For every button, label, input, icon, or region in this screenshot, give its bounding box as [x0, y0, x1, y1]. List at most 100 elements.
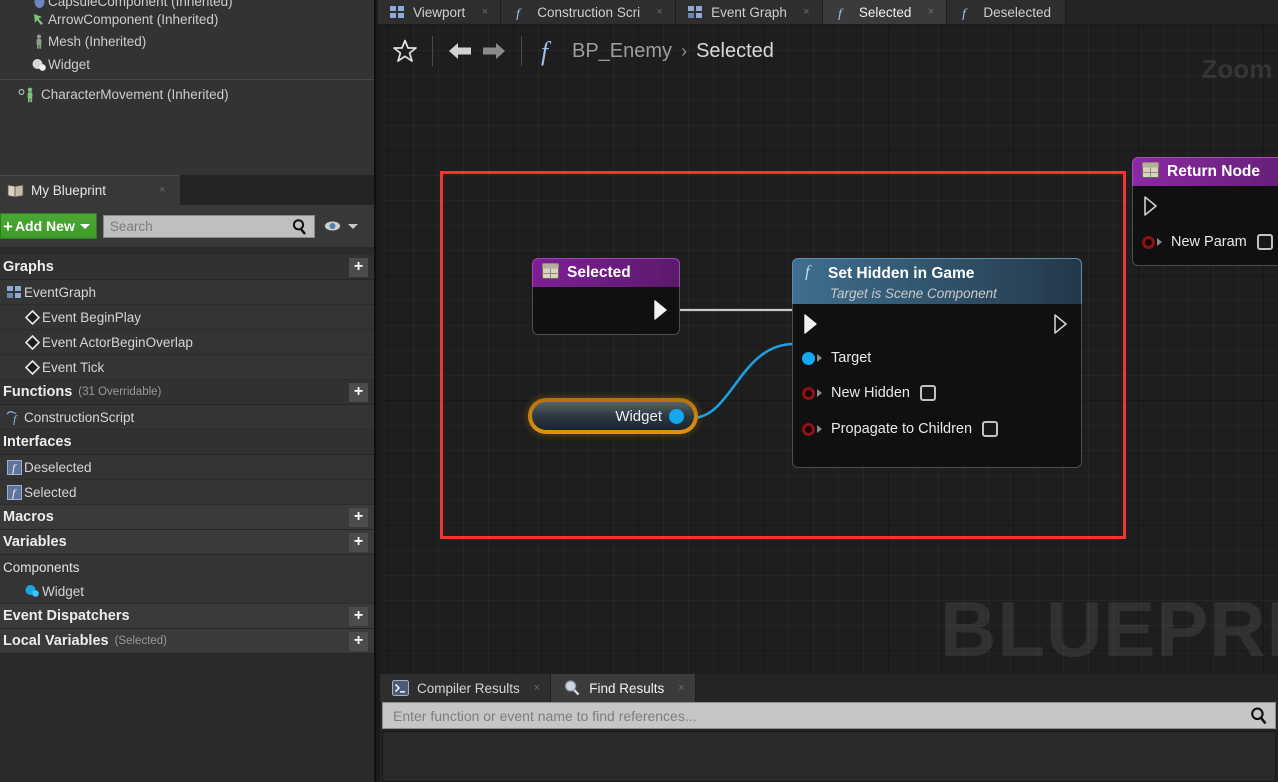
find-results-list[interactable] [382, 731, 1276, 782]
subsection-components[interactable]: Components [0, 555, 374, 579]
pin-new-hidden[interactable]: New Hidden [802, 382, 936, 404]
list-item-label: EventGraph [24, 284, 97, 300]
tree-item-widget[interactable]: Widget [0, 53, 374, 76]
tab-my-blueprint[interactable]: My Blueprint × [0, 175, 180, 205]
close-icon[interactable]: × [157, 185, 168, 196]
function-icon: f [4, 409, 24, 425]
back-button[interactable] [443, 34, 477, 68]
list-item-label: Event ActorBeginOverlap [42, 334, 193, 350]
list-item-variable-widget[interactable]: Widget [0, 579, 374, 604]
tab-find-results[interactable]: Find Results × [551, 674, 696, 702]
propagate-to-children-checkbox[interactable] [982, 421, 999, 437]
tree-item-mesh[interactable]: Mesh (Inherited) [0, 30, 374, 53]
search-input[interactable] [109, 218, 290, 234]
new-hidden-checkbox[interactable] [920, 385, 936, 401]
search-box[interactable] [102, 214, 315, 241]
list-item-constructionscript[interactable]: f ConstructionScript [0, 405, 374, 430]
list-item-selected[interactable]: f Selected [0, 480, 374, 505]
visibility-toggle-button[interactable] [323, 219, 358, 233]
node-set-hidden-in-game[interactable]: f Set Hidden in Game Target is Scene Com… [792, 258, 1082, 468]
tab-viewport[interactable]: Viewport × [378, 0, 502, 24]
tab-deselected[interactable]: f Deselected [947, 0, 1066, 24]
breadcrumb: BP_Enemy › Selected [572, 40, 774, 63]
pin-target[interactable]: Target [802, 347, 871, 369]
close-icon[interactable]: × [654, 6, 665, 18]
add-graph-button[interactable]: + [349, 258, 368, 277]
pin-new-param[interactable]: New Param [1142, 231, 1273, 253]
section-title: Local Variables [3, 633, 109, 649]
forward-button[interactable] [477, 34, 511, 68]
tree-item-charactermovement[interactable]: CharacterMovement (Inherited) [0, 83, 374, 106]
exec-pin-out[interactable] [1053, 314, 1069, 339]
close-icon[interactable]: × [479, 6, 490, 18]
add-macro-button[interactable]: + [349, 508, 368, 527]
object-pin-icon[interactable] [669, 408, 684, 424]
node-widget-variable[interactable]: Widget [528, 398, 698, 434]
section-subtitle: (Selected) [114, 635, 168, 647]
section-header-macros[interactable]: Macros + [0, 505, 374, 530]
section-header-interfaces[interactable]: Interfaces [0, 430, 374, 455]
exec-pin-in[interactable] [1143, 196, 1159, 221]
magnifier-icon[interactable] [291, 218, 309, 241]
pin-arrow-icon [817, 389, 822, 397]
tab-compiler-results[interactable]: Compiler Results × [380, 674, 552, 702]
bool-pin-icon[interactable] [1142, 235, 1155, 249]
list-item-deselected[interactable]: f Deselected [0, 455, 374, 480]
section-title: Interfaces [3, 434, 72, 450]
toolbar-divider [521, 36, 522, 66]
new-param-checkbox[interactable] [1256, 234, 1273, 250]
exec-pin-out[interactable] [653, 300, 669, 325]
list-item-label: ConstructionScript [24, 409, 135, 425]
tab-construction-script[interactable]: f Construction Scri × [501, 0, 677, 24]
exec-pin-in[interactable] [803, 314, 819, 339]
book-icon [7, 183, 24, 198]
section-header-variables[interactable]: Variables + [0, 530, 374, 555]
add-new-button[interactable]: + Add New [0, 213, 97, 239]
bool-pin-icon[interactable] [802, 386, 815, 400]
section-header-graphs[interactable]: Graphs + [0, 255, 374, 280]
close-icon[interactable]: × [925, 6, 936, 18]
object-pin-icon[interactable] [802, 351, 815, 365]
close-icon[interactable]: × [534, 682, 540, 694]
list-item-event-tick[interactable]: Event Tick [0, 355, 374, 380]
node-header: Return Node [1132, 157, 1278, 186]
pin-propagate-to-children[interactable]: Propagate to Children [802, 418, 999, 440]
node-return[interactable]: Return Node New Param [1132, 157, 1278, 266]
list-item-label: Widget [42, 583, 85, 599]
close-icon[interactable]: × [801, 6, 812, 18]
add-function-button[interactable]: + [349, 383, 368, 402]
add-variable-button[interactable]: + [349, 533, 368, 552]
widget-icon [30, 57, 48, 73]
list-item-event-actorbeginoverlap[interactable]: Event ActorBeginOverlap [0, 330, 374, 355]
add-local-variable-button[interactable]: + [349, 632, 368, 651]
function-icon: f [959, 5, 975, 20]
event-node-icon [22, 334, 42, 350]
breadcrumb-root[interactable]: BP_Enemy [572, 40, 672, 63]
bool-pin-icon[interactable] [802, 422, 815, 436]
add-event-dispatcher-button[interactable]: + [349, 607, 368, 626]
graph-toolbar: f BP_Enemy › Selected [380, 24, 774, 78]
section-header-functions[interactable]: Functions (31 Overridable) + [0, 380, 374, 405]
magnifier-icon[interactable] [1249, 706, 1269, 726]
event-node-icon [22, 359, 42, 375]
close-icon[interactable]: × [678, 682, 684, 694]
myblueprint-list: Graphs + EventGraph Event BeginPlay Even… [0, 255, 374, 782]
tree-item-capsulecomponent[interactable]: CapsuleComponent (Inherited) [0, 0, 374, 9]
list-item-event-beginplay[interactable]: Event BeginPlay [0, 305, 374, 330]
tab-event-graph[interactable]: Event Graph × [676, 0, 823, 24]
breadcrumb-current[interactable]: Selected [696, 40, 774, 63]
find-input[interactable] [391, 706, 1249, 725]
find-search-bar[interactable] [382, 702, 1276, 729]
chevron-down-icon[interactable] [347, 223, 358, 229]
section-header-event-dispatchers[interactable]: Event Dispatchers + [0, 604, 374, 629]
node-selected-event[interactable]: Selected [532, 258, 680, 335]
favorite-button[interactable] [388, 34, 422, 68]
chevron-right-icon: › [681, 40, 688, 61]
svg-text:f: f [838, 7, 844, 20]
tree-item-arrowcomponent[interactable]: ArrowComponent (Inherited) [0, 8, 374, 30]
list-item-eventgraph[interactable]: EventGraph [0, 280, 374, 305]
section-header-local-variables[interactable]: Local Variables (Selected) + [0, 629, 374, 654]
graph-canvas[interactable]: BLUEPRINT Zoom 1 [380, 24, 1278, 674]
interface-icon: f [4, 484, 24, 500]
tab-selected[interactable]: f Selected × [822, 0, 948, 24]
